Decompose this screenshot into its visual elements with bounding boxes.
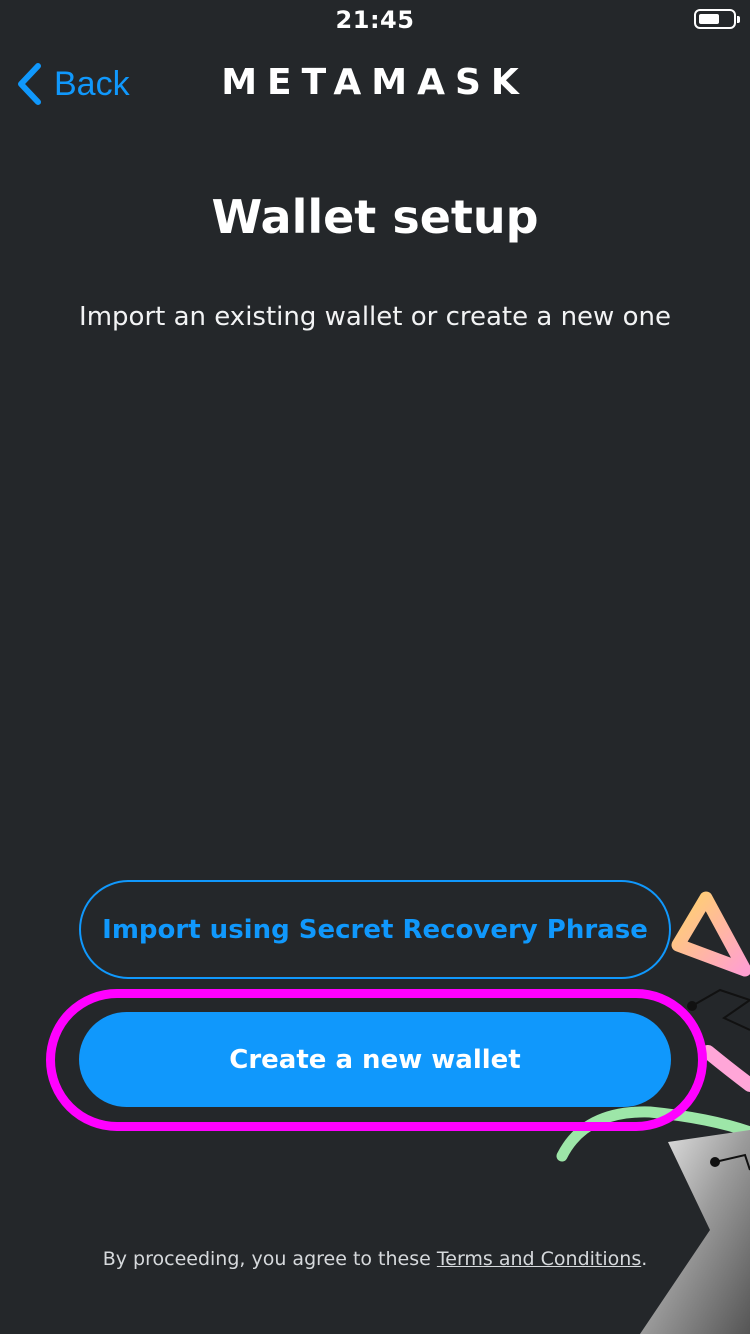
terms-prefix: By proceeding, you agree to these <box>102 1248 437 1270</box>
terms-link[interactable]: Terms and Conditions <box>437 1248 641 1270</box>
terms-text: By proceeding, you agree to these Terms … <box>0 1248 750 1270</box>
create-wallet-button[interactable]: Create a new wallet <box>79 1012 671 1107</box>
page-title: Wallet setup <box>211 190 539 244</box>
page-subtitle: Import an existing wallet or create a ne… <box>79 302 671 332</box>
status-bar: 21:45 <box>0 0 750 40</box>
import-wallet-button[interactable]: Import using Secret Recovery Phrase <box>79 880 671 979</box>
terms-suffix: . <box>641 1248 648 1270</box>
battery-icon <box>694 9 740 29</box>
status-time: 21:45 <box>335 6 415 34</box>
app-logo: METAMASK <box>221 62 529 103</box>
